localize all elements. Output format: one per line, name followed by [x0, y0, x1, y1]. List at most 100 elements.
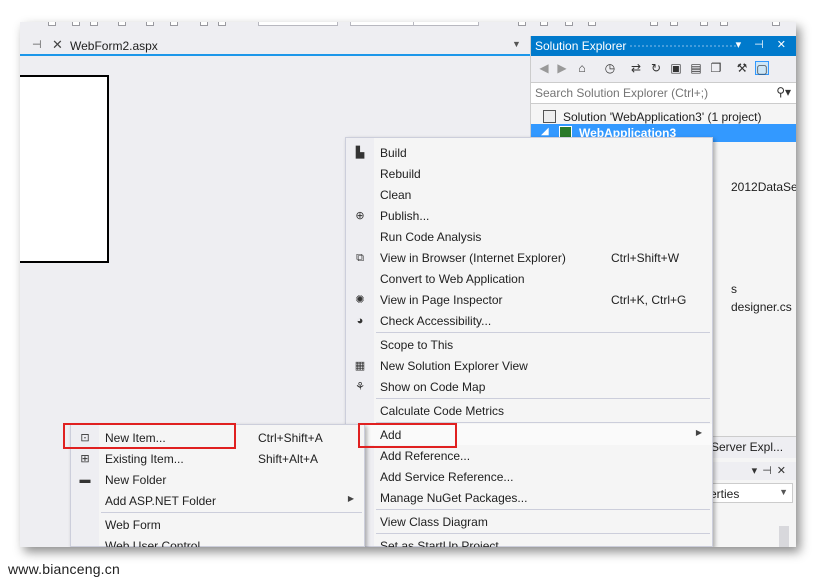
forward-icon[interactable]: ▶: [555, 61, 569, 75]
pin-icon[interactable]: ⊣: [32, 38, 42, 51]
solution-explorer-titlebar: Solution Explorer ▾ ⊣ ✕: [531, 36, 796, 56]
toolbar-button[interactable]: [118, 22, 126, 26]
menu-item-existing-item[interactable]: ⊞ Existing Item... Shift+Alt+A: [71, 448, 364, 469]
sync-icon[interactable]: ⇄: [629, 61, 643, 75]
menu-item-label: Build: [380, 146, 407, 160]
menu-item-manage-nuget[interactable]: ▩ Manage NuGet Packages...: [346, 487, 712, 508]
menu-item-label: Calculate Code Metrics: [380, 404, 505, 418]
menu-item-clean[interactable]: Clean: [346, 184, 712, 205]
toolbar-button[interactable]: [670, 22, 678, 26]
toolbar-dropdown[interactable]: [258, 22, 338, 26]
toolbar-button[interactable]: [218, 22, 226, 26]
tab-webform2[interactable]: WebForm2.aspx: [70, 39, 158, 53]
menu-separator: [376, 509, 710, 510]
properties-object-combo[interactable]: erties ▼: [701, 483, 793, 503]
toolbar-dropdown[interactable]: [350, 22, 418, 26]
menu-item-web-form[interactable]: Web Form: [71, 514, 364, 535]
tab-server-explorer[interactable]: Server Expl...: [711, 440, 783, 454]
menu-item-class-diagram[interactable]: ⚟ View Class Diagram: [346, 511, 712, 532]
menu-item-convert-web-app[interactable]: Convert to Web Application: [346, 268, 712, 289]
toolbar-button[interactable]: [518, 22, 526, 26]
toolbar-button[interactable]: [170, 22, 178, 26]
toolbar-button[interactable]: [540, 22, 548, 26]
collapse-all-icon[interactable]: ▣: [669, 61, 683, 75]
menu-item-build[interactable]: ▙ Build: [346, 142, 712, 163]
menu-item-label: New Solution Explorer View: [380, 359, 528, 373]
menu-item-view-in-browser[interactable]: ⧉ View in Browser (Internet Explorer) Ct…: [346, 247, 712, 268]
show-all-files-icon[interactable]: ▤: [689, 61, 703, 75]
menu-item-set-startup[interactable]: ⚙ Set as StartUp Project: [346, 535, 712, 547]
chevron-down-icon[interactable]: ▼: [779, 487, 788, 497]
menu-item-label: Scope to This: [380, 338, 454, 352]
menu-item-label: View Class Diagram: [380, 515, 488, 529]
menu-item-label: Rebuild: [380, 167, 421, 181]
menu-separator: [376, 398, 710, 399]
toolbar-button[interactable]: [700, 22, 708, 26]
menu-item-scope-to-this[interactable]: Scope to This: [346, 334, 712, 355]
menu-item-show-code-map[interactable]: ⚘ Show on Code Map: [346, 376, 712, 397]
menu-item-label: Check Accessibility...: [380, 314, 492, 328]
publish-icon: ⊕: [355, 210, 365, 222]
menu-item-run-code-analysis[interactable]: Run Code Analysis: [346, 226, 712, 247]
menu-item-label: Run Code Analysis: [380, 230, 482, 244]
toolbar-button[interactable]: [146, 22, 154, 26]
highlight-add: [358, 423, 457, 448]
toolbar-button[interactable]: [72, 22, 80, 26]
tree-item-fragment[interactable]: 2012DataSet.xs: [731, 180, 796, 194]
close-icon[interactable]: ✕: [52, 37, 63, 53]
search-icon[interactable]: ⚲▾: [776, 85, 791, 99]
submenu-arrow-icon: ▶: [695, 428, 702, 437]
wrench-icon[interactable]: ⚒: [735, 61, 749, 75]
design-element[interactable]: [20, 75, 109, 263]
copy-icon[interactable]: ❐: [709, 61, 723, 75]
preview-icon[interactable]: ▢: [755, 61, 769, 76]
menu-item-add-reference[interactable]: Add Reference...: [346, 445, 712, 466]
build-icon: ▙: [355, 147, 365, 159]
toolbar-button[interactable]: [650, 22, 658, 26]
menu-item-new-se-view[interactable]: ▦ New Solution Explorer View: [346, 355, 712, 376]
toolbar-button[interactable]: [772, 22, 780, 26]
menu-item-code-metrics[interactable]: Calculate Code Metrics: [346, 400, 712, 421]
toolbar-button[interactable]: [48, 22, 56, 26]
refresh-icon[interactable]: ↻: [649, 61, 663, 75]
menu-item-new-folder[interactable]: ▬ New Folder: [71, 469, 364, 490]
tree-item-fragment[interactable]: designer.cs: [731, 300, 792, 314]
vertical-scrollbar[interactable]: [779, 526, 789, 547]
chevron-down-icon[interactable]: ▼: [512, 39, 521, 49]
menu-item-label: View in Browser (Internet Explorer): [380, 251, 566, 265]
document-tab-row: ⊣ ✕ WebForm2.aspx ▼: [20, 36, 530, 56]
menu-item-publish[interactable]: ⊕ Publish...: [346, 205, 712, 226]
menu-item-label: Add ASP.NET Folder: [105, 494, 216, 508]
menu-item-label: View in Page Inspector: [380, 293, 503, 307]
menu-item-label: Web User Control: [105, 539, 201, 547]
window-controls-icon[interactable]: ▾⊣✕: [752, 464, 791, 477]
grip-dots[interactable]: [629, 44, 739, 49]
window-controls-icon[interactable]: ▾ ⊣ ✕: [736, 38, 791, 51]
menu-item-check-accessibility[interactable]: ◕ Check Accessibility...: [346, 310, 712, 331]
toolbar-button[interactable]: [200, 22, 208, 26]
search-input[interactable]: [535, 86, 755, 100]
menu-item-page-inspector[interactable]: ✺ View in Page Inspector Ctrl+K, Ctrl+G: [346, 289, 712, 310]
toolbar-button[interactable]: [565, 22, 573, 26]
menu-item-label: Existing Item...: [105, 452, 184, 466]
toolbar-button[interactable]: [720, 22, 728, 26]
solution-explorer-search[interactable]: ⚲▾: [531, 82, 796, 104]
menu-item-rebuild[interactable]: Rebuild: [346, 163, 712, 184]
toolbar-button[interactable]: [90, 22, 98, 26]
menu-separator: [376, 332, 710, 333]
menu-item-label: Show on Code Map: [380, 380, 486, 394]
menu-item-web-user-control[interactable]: Web User Control: [71, 535, 364, 547]
tree-item-fragment[interactable]: s: [731, 282, 737, 296]
toolbar-dropdown[interactable]: [413, 22, 479, 26]
toolbar-strip: [20, 22, 796, 36]
menu-item-shortcut: Ctrl+K, Ctrl+G: [611, 293, 687, 307]
pending-changes-icon[interactable]: ◷: [603, 61, 617, 75]
menu-item-add-service-reference[interactable]: Add Service Reference...: [346, 466, 712, 487]
expand-arrow-icon[interactable]: ◢: [541, 126, 549, 137]
menu-item-label: Manage NuGet Packages...: [380, 491, 528, 505]
menu-item-add-aspnet-folder[interactable]: Add ASP.NET Folder ▶: [71, 490, 364, 511]
home-icon[interactable]: ⌂: [575, 61, 589, 75]
toolbar-button[interactable]: [588, 22, 596, 26]
back-icon[interactable]: ◀: [537, 61, 551, 75]
existing-item-icon: ⊞: [80, 453, 90, 465]
